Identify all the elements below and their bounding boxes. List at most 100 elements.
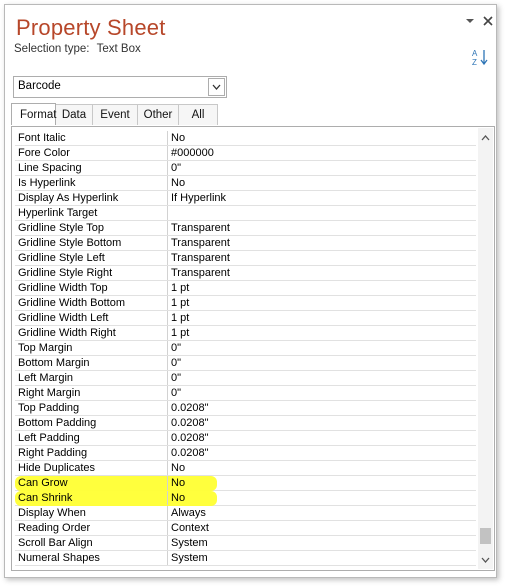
tab-other[interactable]: Other <box>137 104 179 125</box>
property-row[interactable]: Right Padding 0.0208" <box>15 446 476 461</box>
property-value[interactable]: If Hyperlink <box>168 191 476 205</box>
property-name: Can Grow <box>15 476 168 490</box>
property-name: Left Padding <box>15 431 168 445</box>
property-name: Is Hyperlink <box>15 176 168 190</box>
property-value[interactable]: 0.0208" <box>168 431 476 445</box>
property-name: Right Padding <box>15 446 168 460</box>
property-value[interactable]: 1 pt <box>168 326 476 340</box>
property-row[interactable]: Is Hyperlink No <box>15 176 476 191</box>
property-row[interactable]: Numeral Shapes System <box>15 551 476 566</box>
property-value[interactable]: 0.0208" <box>168 401 476 415</box>
property-row[interactable]: Gridline Width Bottom 1 pt <box>15 296 476 311</box>
property-name: Hide Duplicates <box>15 461 168 475</box>
property-row[interactable]: Can Shrink No <box>15 491 476 506</box>
scroll-down-icon[interactable] <box>478 552 493 567</box>
property-row[interactable]: Gridline Style Right Transparent <box>15 266 476 281</box>
property-row[interactable]: Gridline Width Top 1 pt <box>15 281 476 296</box>
property-name: Right Margin <box>15 386 168 400</box>
property-value[interactable]: 1 pt <box>168 311 476 325</box>
property-name: Gridline Width Bottom <box>15 296 168 310</box>
control-selector-value: Barcode <box>18 80 61 92</box>
property-row[interactable]: Reading Order Context <box>15 521 476 536</box>
property-row[interactable]: Right Margin 0" <box>15 386 476 401</box>
property-value[interactable]: 1 pt <box>168 296 476 310</box>
property-row[interactable]: Gridline Style Left Transparent <box>15 251 476 266</box>
property-name: Line Spacing <box>15 161 168 175</box>
property-name: Hyperlink Target <box>15 206 168 220</box>
tab-data[interactable]: Data <box>55 104 93 125</box>
property-name: Scroll Bar Align <box>15 536 168 550</box>
property-name: Left Margin <box>15 371 168 385</box>
property-sheet-panel: Property Sheet Selection type: Text Box … <box>4 4 497 578</box>
property-name: Gridline Width Left <box>15 311 168 325</box>
property-row[interactable]: Gridline Width Left 1 pt <box>15 311 476 326</box>
property-value[interactable]: 0.0208" <box>168 416 476 430</box>
property-name: Top Margin <box>15 341 168 355</box>
property-row[interactable]: Gridline Style Bottom Transparent <box>15 236 476 251</box>
property-row[interactable]: Hyperlink Target <box>15 206 476 221</box>
property-row[interactable]: Fore Color #000000 <box>15 146 476 161</box>
property-value[interactable]: Transparent <box>168 236 476 250</box>
scroll-up-icon[interactable] <box>478 130 493 145</box>
property-name: Top Padding <box>15 401 168 415</box>
property-value[interactable]: Transparent <box>168 251 476 265</box>
tab-all[interactable]: All <box>178 104 218 125</box>
chevron-down-icon[interactable] <box>208 78 225 96</box>
tab-bar: Format Data Event Other All <box>11 103 218 125</box>
property-row[interactable]: Display As Hyperlink If Hyperlink <box>15 191 476 206</box>
control-selector-combo[interactable]: Barcode <box>13 76 227 98</box>
property-value[interactable]: System <box>168 551 476 565</box>
property-value[interactable]: 0" <box>168 341 476 355</box>
property-name: Can Shrink <box>15 491 168 505</box>
property-row[interactable]: Top Margin 0" <box>15 341 476 356</box>
vertical-scrollbar[interactable] <box>478 128 493 569</box>
property-name: Gridline Style Bottom <box>15 236 168 250</box>
property-row[interactable]: Line Spacing 0" <box>15 161 476 176</box>
tab-event[interactable]: Event <box>92 104 138 125</box>
property-row[interactable]: Left Padding 0.0208" <box>15 431 476 446</box>
property-name: Numeral Shapes <box>15 551 168 565</box>
property-row[interactable]: Left Margin 0" <box>15 371 476 386</box>
property-name: Gridline Width Top <box>15 281 168 295</box>
property-row[interactable]: Can Grow No <box>15 476 476 491</box>
property-value[interactable]: No <box>168 476 476 490</box>
property-row[interactable]: Top Padding 0.0208" <box>15 401 476 416</box>
property-name: Fore Color <box>15 146 168 160</box>
property-value[interactable]: Transparent <box>168 221 476 235</box>
property-row[interactable]: Display When Always <box>15 506 476 521</box>
dropdown-icon[interactable] <box>462 13 478 29</box>
property-name: Gridline Style Top <box>15 221 168 235</box>
property-value[interactable]: 0.0208" <box>168 446 476 460</box>
tab-format[interactable]: Format <box>11 103 56 125</box>
property-row[interactable]: Gridline Width Right 1 pt <box>15 326 476 341</box>
property-row[interactable]: Gridline Style Top Transparent <box>15 221 476 236</box>
svg-text:Z: Z <box>472 58 477 66</box>
property-value[interactable]: #000000 <box>168 146 476 160</box>
property-value[interactable]: 1 pt <box>168 281 476 295</box>
property-value[interactable]: Transparent <box>168 266 476 280</box>
property-row[interactable]: Hide Duplicates No <box>15 461 476 476</box>
property-value[interactable]: Context <box>168 521 476 535</box>
property-value[interactable]: 0" <box>168 356 476 370</box>
property-row[interactable]: Scroll Bar Align System <box>15 536 476 551</box>
sort-az-icon[interactable]: A Z <box>470 47 490 67</box>
close-icon[interactable] <box>480 13 496 29</box>
property-value[interactable]: No <box>168 491 476 505</box>
property-value[interactable]: Always <box>168 506 476 520</box>
scrollbar-thumb[interactable] <box>480 528 491 545</box>
property-name: Gridline Style Left <box>15 251 168 265</box>
property-value[interactable]: 0" <box>168 371 476 385</box>
property-grid: Font Italic No Fore Color #000000 Line Spaci… <box>11 126 495 571</box>
property-value[interactable]: 0" <box>168 161 476 175</box>
property-name: Gridline Style Right <box>15 266 168 280</box>
property-value[interactable]: No <box>168 176 476 190</box>
property-value[interactable] <box>168 206 476 220</box>
property-row[interactable]: Bottom Margin 0" <box>15 356 476 371</box>
property-value[interactable]: No <box>168 461 476 475</box>
selection-type-label: Selection type: <box>14 43 90 55</box>
property-value[interactable]: 0" <box>168 386 476 400</box>
property-value[interactable]: No <box>168 131 476 145</box>
property-row[interactable]: Font Italic No <box>15 131 476 146</box>
property-row[interactable]: Bottom Padding 0.0208" <box>15 416 476 431</box>
property-value[interactable]: System <box>168 536 476 550</box>
